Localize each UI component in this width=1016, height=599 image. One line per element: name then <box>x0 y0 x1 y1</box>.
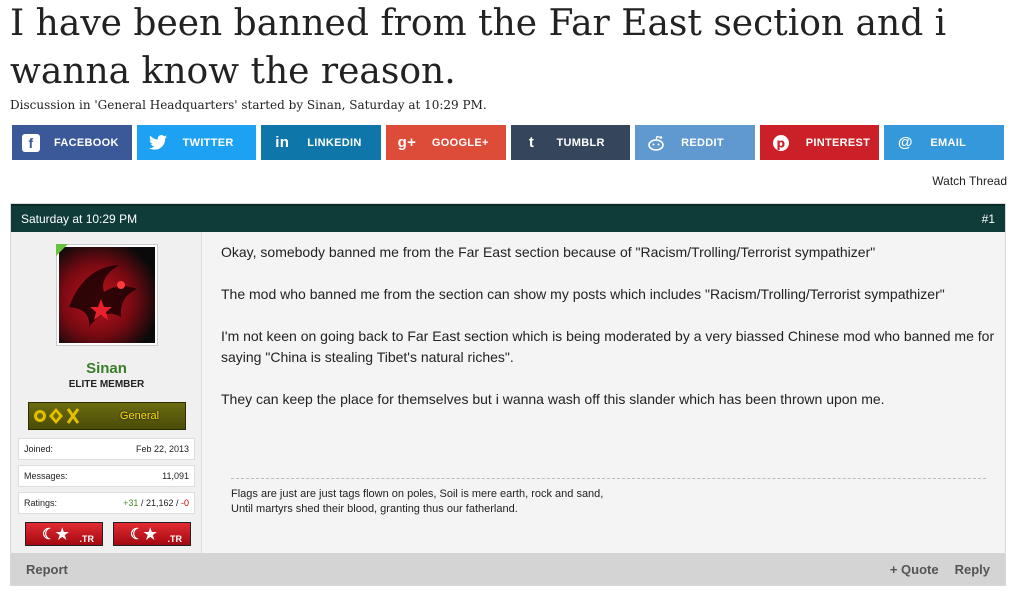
svg-text:p: p <box>776 136 785 150</box>
share-email-button[interactable]: @ EMAIL <box>884 125 1004 160</box>
crescent-star-icon: ☾★ <box>42 526 69 543</box>
linkedin-icon: in <box>275 134 290 151</box>
ratings-negative: -0 <box>180 498 189 508</box>
username[interactable]: Sinan <box>11 360 202 377</box>
at-icon: @ <box>897 134 913 151</box>
user-title: ELITE MEMBER <box>68 379 145 390</box>
post-content: Okay, somebody banned me from the Far Ea… <box>221 242 1001 431</box>
share-reddit-button[interactable]: REDDIT <box>635 125 755 160</box>
signature-line: Flags are just are just tags flown on po… <box>231 488 604 500</box>
share-pinterest-button[interactable]: p PINTEREST <box>759 125 880 160</box>
post-number[interactable]: #1 <box>982 212 995 226</box>
thread-meta: Discussion in 'General Headquarters' sta… <box>10 98 487 112</box>
post-paragraph: They can keep the place for themselves b… <box>221 391 885 407</box>
stat-ratings-value: +31 / 21,162 / -0 <box>123 498 189 508</box>
stat-joined-value: Feb 22, 2013 <box>135 444 189 454</box>
signature: Flags are just are just tags flown on po… <box>231 478 986 517</box>
share-facebook-label: FACEBOOK <box>54 136 119 149</box>
share-pinterest-label: PINTEREST <box>805 136 871 149</box>
share-twitter-label: TWITTER <box>182 136 234 149</box>
rank-badge: General <box>28 402 186 430</box>
share-tumblr-button[interactable]: t TUMBLR <box>510 125 631 160</box>
share-google-button[interactable]: g+ GOOGLE+ <box>385 125 506 160</box>
avatar[interactable] <box>56 244 158 346</box>
share-tumblr-label: TUMBLR <box>556 136 605 149</box>
user-info: Sinan ELITE MEMBER General Joined: Feb 2… <box>11 232 202 554</box>
share-bar: f FACEBOOK TWITTER in LINKEDIN g+ GOOGLE… <box>12 125 1004 160</box>
post-paragraph: The mod who banned me from the section c… <box>221 286 945 302</box>
thread-title: I have been banned from the Far East sec… <box>10 3 947 92</box>
user-stats: Joined: Feb 22, 2013 Messages: 11,091 Ra… <box>18 438 195 519</box>
signature-line: Until martyrs shed their blood, granting… <box>231 503 518 515</box>
turkey-flag-badge: ☾★ .TR <box>25 522 103 546</box>
share-email-label: EMAIL <box>930 136 967 149</box>
ratings-neutral: 21,162 <box>145 498 174 508</box>
post-header: Saturday at 10:29 PM #1 <box>11 204 1005 232</box>
post-paragraph: Okay, somebody banned me from the Far Ea… <box>221 244 876 260</box>
ratings-separator: / <box>138 498 146 508</box>
turkey-flag-badge: ☾★ .TR <box>113 522 191 546</box>
google-plus-icon: g+ <box>397 134 417 151</box>
flag-label: .TR <box>79 534 95 544</box>
share-facebook-button[interactable]: f FACEBOOK <box>12 125 132 160</box>
avatar-image <box>59 247 155 343</box>
share-linkedin-label: LINKEDIN <box>307 136 362 149</box>
tumblr-icon: t <box>528 134 535 151</box>
reply-button[interactable]: Reply <box>955 562 990 577</box>
post-date[interactable]: Saturday at 10:29 PM <box>21 212 137 226</box>
share-reddit-label: REDDIT <box>681 136 724 149</box>
ratings-positive: +31 <box>123 498 139 508</box>
stat-joined: Joined: Feb 22, 2013 <box>18 438 195 460</box>
rank-label: General <box>119 410 160 422</box>
stat-joined-label: Joined: <box>24 444 54 454</box>
share-twitter-button[interactable]: TWITTER <box>136 125 257 160</box>
stat-messages: Messages: 11,091 <box>18 465 195 487</box>
post-actions: + Quote Reply <box>890 562 990 577</box>
flag-label: .TR <box>167 534 183 544</box>
facebook-icon: f <box>22 133 40 152</box>
pinterest-icon: p <box>770 132 792 154</box>
online-indicator <box>56 244 68 256</box>
post-footer: Report + Quote Reply <box>11 553 1005 585</box>
rank-insignia-icon <box>29 405 80 427</box>
twitter-icon <box>147 132 169 154</box>
report-link[interactable]: Report <box>26 562 68 577</box>
quote-button[interactable]: + Quote <box>890 562 939 577</box>
ratings-separator: / <box>173 498 181 508</box>
stat-ratings: Ratings: +31 / 21,162 / -0 <box>18 492 195 514</box>
reddit-icon <box>645 132 667 154</box>
crescent-star-icon: ☾★ <box>130 526 157 543</box>
stat-ratings-label: Ratings: <box>24 498 58 508</box>
post: Saturday at 10:29 PM #1 Sinan ELITE MEMB… <box>10 203 1006 586</box>
user-flags: ☾★ .TR ☾★ .TR <box>25 522 195 546</box>
share-google-label: GOOGLE+ <box>431 136 489 149</box>
stat-messages-value[interactable]: 11,091 <box>162 471 189 481</box>
stat-messages-label: Messages: <box>24 471 68 481</box>
share-linkedin-button[interactable]: in LINKEDIN <box>261 125 381 160</box>
post-paragraph: I'm not keen on going back to Far East s… <box>221 328 995 365</box>
watch-thread-link[interactable]: Watch Thread <box>932 174 1007 188</box>
